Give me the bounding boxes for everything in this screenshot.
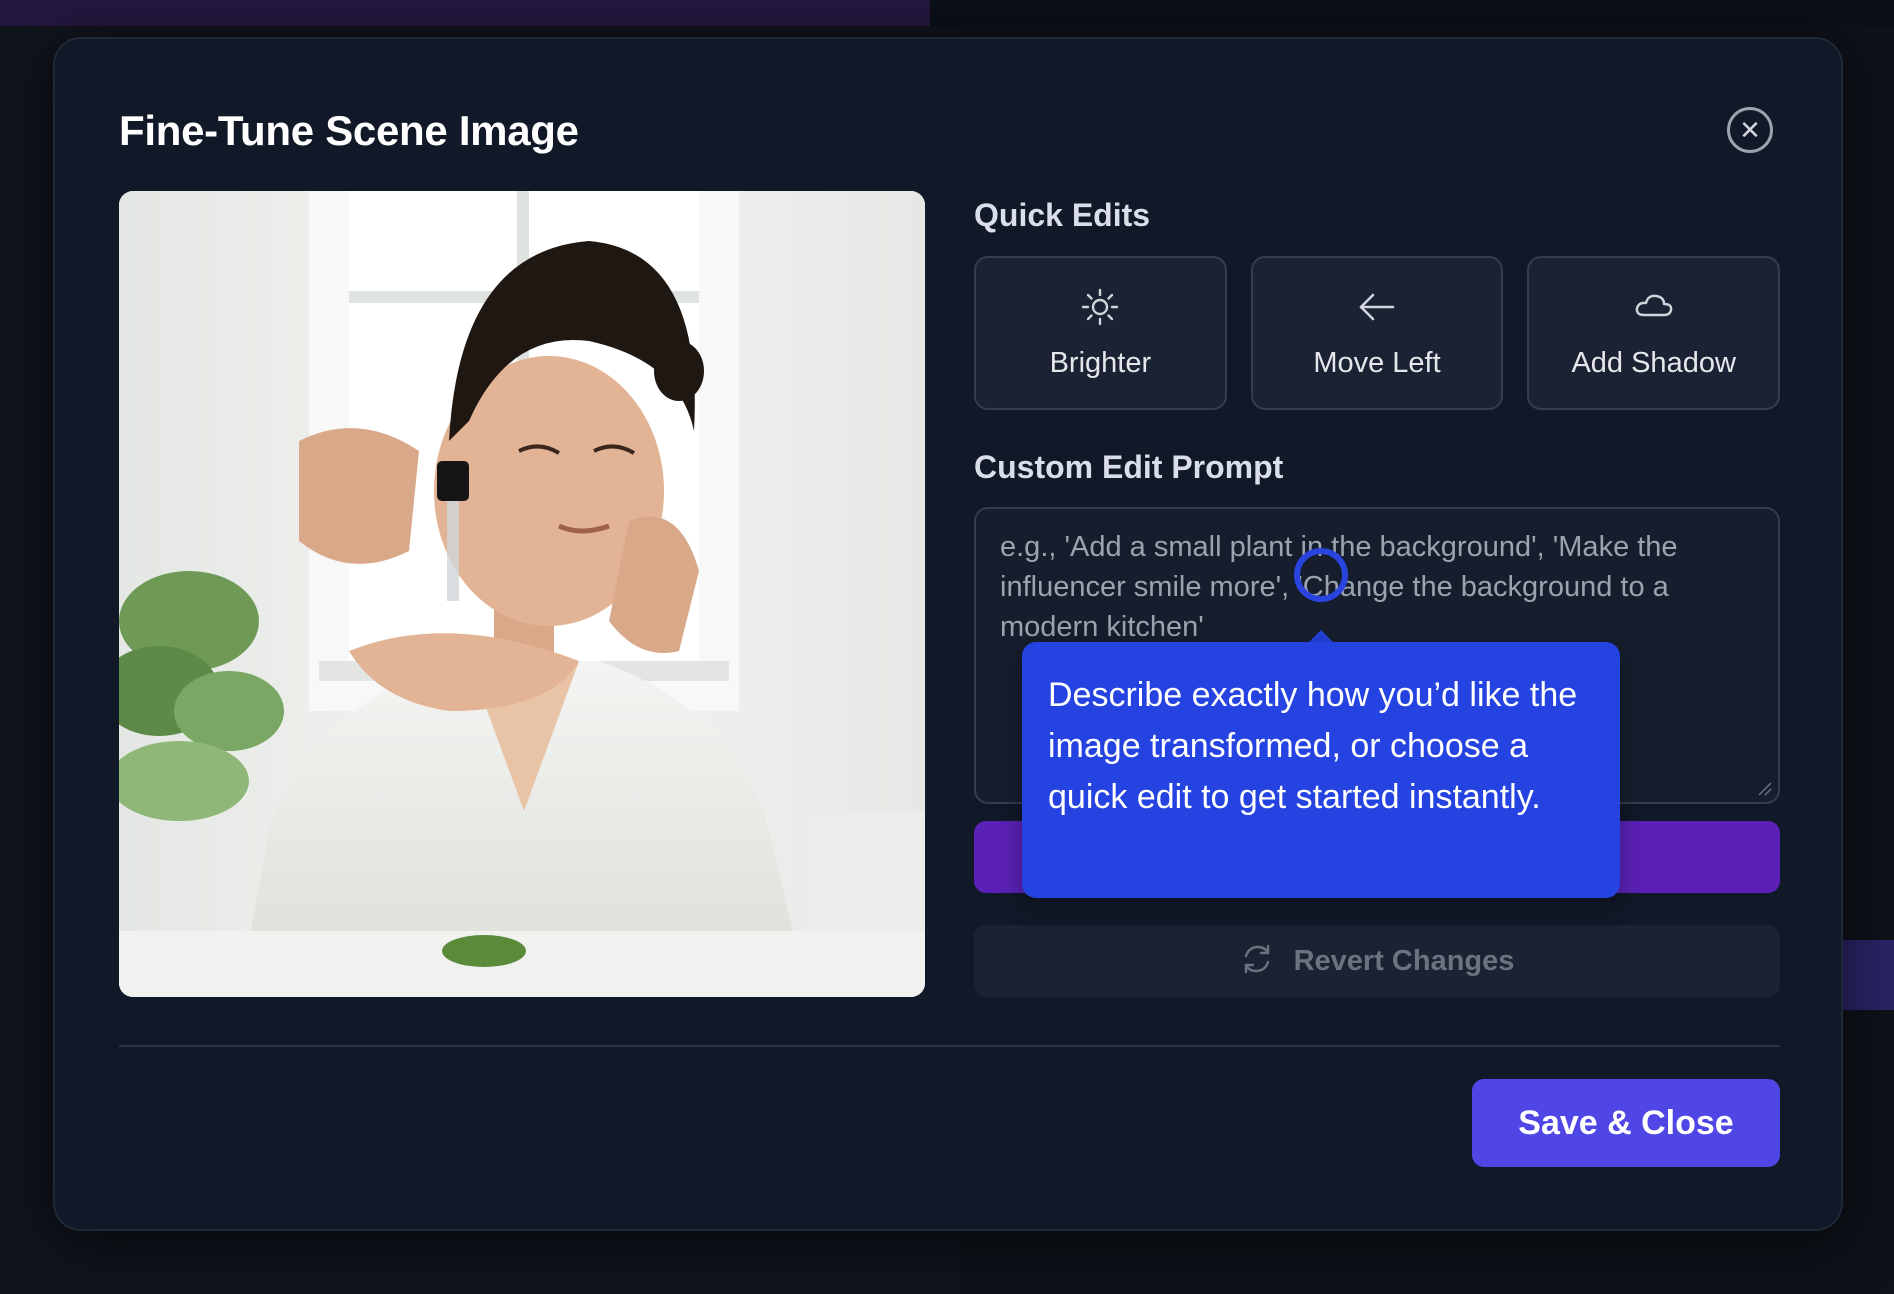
refresh-icon	[1240, 942, 1274, 981]
add-shadow-button[interactable]: Add Shadow	[1527, 256, 1781, 410]
quick-edits-label: Quick Edits	[974, 197, 1151, 233]
footer-divider	[119, 1045, 1780, 1047]
close-icon: ✕	[1739, 115, 1761, 145]
brighter-button[interactable]: Brighter	[974, 256, 1227, 410]
resize-grip-icon[interactable]	[1756, 780, 1772, 796]
close-button[interactable]: ✕	[1727, 107, 1773, 153]
scene-image	[119, 191, 925, 997]
modal-title: Fine-Tune Scene Image	[119, 107, 579, 154]
brighter-label: Brighter	[1049, 346, 1152, 379]
fine-tune-modal: Fine-Tune Scene Image ✕ Quick Edits Brig…	[53, 37, 1843, 1231]
move-left-button[interactable]: Move Left	[1250, 256, 1504, 410]
background-topbar	[0, 0, 930, 26]
revert-changes-label: Revert Changes	[1293, 944, 1515, 977]
quick-edits-group: Brighter Move Left Add Shadow	[974, 256, 1781, 410]
sun-icon	[1080, 287, 1120, 327]
add-shadow-label: Add Shadow	[1571, 346, 1736, 379]
custom-prompt-label: Custom Edit Prompt	[974, 449, 1284, 485]
cloud-icon	[1634, 287, 1674, 327]
arrow-left-icon	[1357, 287, 1397, 327]
revert-changes-button[interactable]: Revert Changes	[974, 925, 1780, 997]
cursor-highlight	[1294, 548, 1348, 602]
move-left-label: Move Left	[1313, 346, 1441, 379]
prompt-placeholder: e.g., 'Add a small plant in the backgrou…	[1000, 531, 1678, 643]
save-close-button[interactable]: Save & Close	[1472, 1079, 1780, 1167]
help-tooltip: Describe exactly how you’d like the imag…	[1022, 642, 1620, 898]
